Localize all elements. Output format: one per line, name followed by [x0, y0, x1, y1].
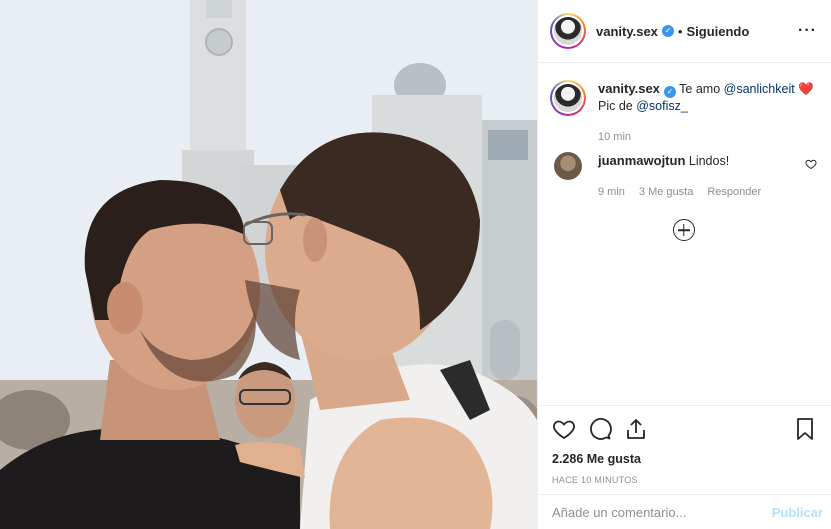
comment-item: juanmawojtun Lindos! 9 min 3 Me gusta Re… [550, 152, 817, 201]
likes-count[interactable]: 2.286 Me gusta [552, 452, 817, 466]
caption-author-avatar[interactable] [550, 80, 586, 116]
commenter-username[interactable]: juanmawojtun [598, 153, 685, 168]
caption-text: Te amo [679, 82, 721, 96]
avatar-image [554, 17, 582, 45]
publish-button[interactable]: Publicar [766, 505, 829, 520]
load-more-plus-icon[interactable] [672, 219, 695, 241]
comment-text: Lindos! [688, 154, 730, 168]
post-actions: 2.286 Me gusta HACE 10 MINUTOS [538, 405, 831, 485]
post-header: vanity.sex ✓ • Siguiendo ··· [538, 0, 831, 63]
comment-time[interactable]: 10 min [598, 129, 631, 146]
avatar-image [554, 84, 582, 112]
comment-icon[interactable] [588, 417, 612, 441]
comment-input[interactable] [552, 504, 766, 520]
author-username[interactable]: vanity.sex [596, 24, 658, 39]
bookmark-icon[interactable] [793, 417, 817, 441]
post-photo[interactable] [0, 0, 537, 529]
comments-list: vanity.sex ✓ Te amo @sanlichkeit ❤️ Pic d… [538, 64, 831, 405]
heart-icon[interactable] [552, 417, 576, 441]
caption-text-line2: Pic de [598, 99, 633, 113]
separator-dot: • [677, 23, 683, 39]
mention-link[interactable]: @sofisz_ [636, 99, 688, 113]
load-more-comments [550, 219, 817, 241]
caption-comment: vanity.sex ✓ Te amo @sanlichkeit ❤️ Pic d… [550, 80, 817, 146]
mention-link[interactable]: @sanlichkeit [724, 82, 795, 96]
add-comment-bar: Publicar [538, 494, 831, 529]
commenter-avatar[interactable] [554, 152, 582, 180]
caption-username[interactable]: vanity.sex [598, 81, 660, 96]
follow-button[interactable]: Siguiendo [686, 24, 749, 39]
heart-emoji: ❤️ [798, 82, 814, 96]
verified-badge-icon: ✓ [661, 25, 674, 37]
like-comment-heart-icon[interactable] [805, 158, 817, 170]
verified-badge-icon: ✓ [663, 86, 676, 98]
comment-time[interactable]: 9 min [598, 184, 625, 201]
post-timestamp: HACE 10 MINUTOS [552, 475, 638, 485]
share-icon[interactable] [624, 417, 648, 441]
author-avatar[interactable] [550, 13, 586, 49]
more-options-icon[interactable]: ··· [798, 22, 817, 40]
photo-illustration [0, 0, 537, 529]
post-side-panel: vanity.sex ✓ • Siguiendo ··· vanity.sex ✓… [537, 0, 831, 529]
reply-button[interactable]: Responder [707, 184, 761, 201]
comment-likes[interactable]: 3 Me gusta [639, 184, 693, 201]
